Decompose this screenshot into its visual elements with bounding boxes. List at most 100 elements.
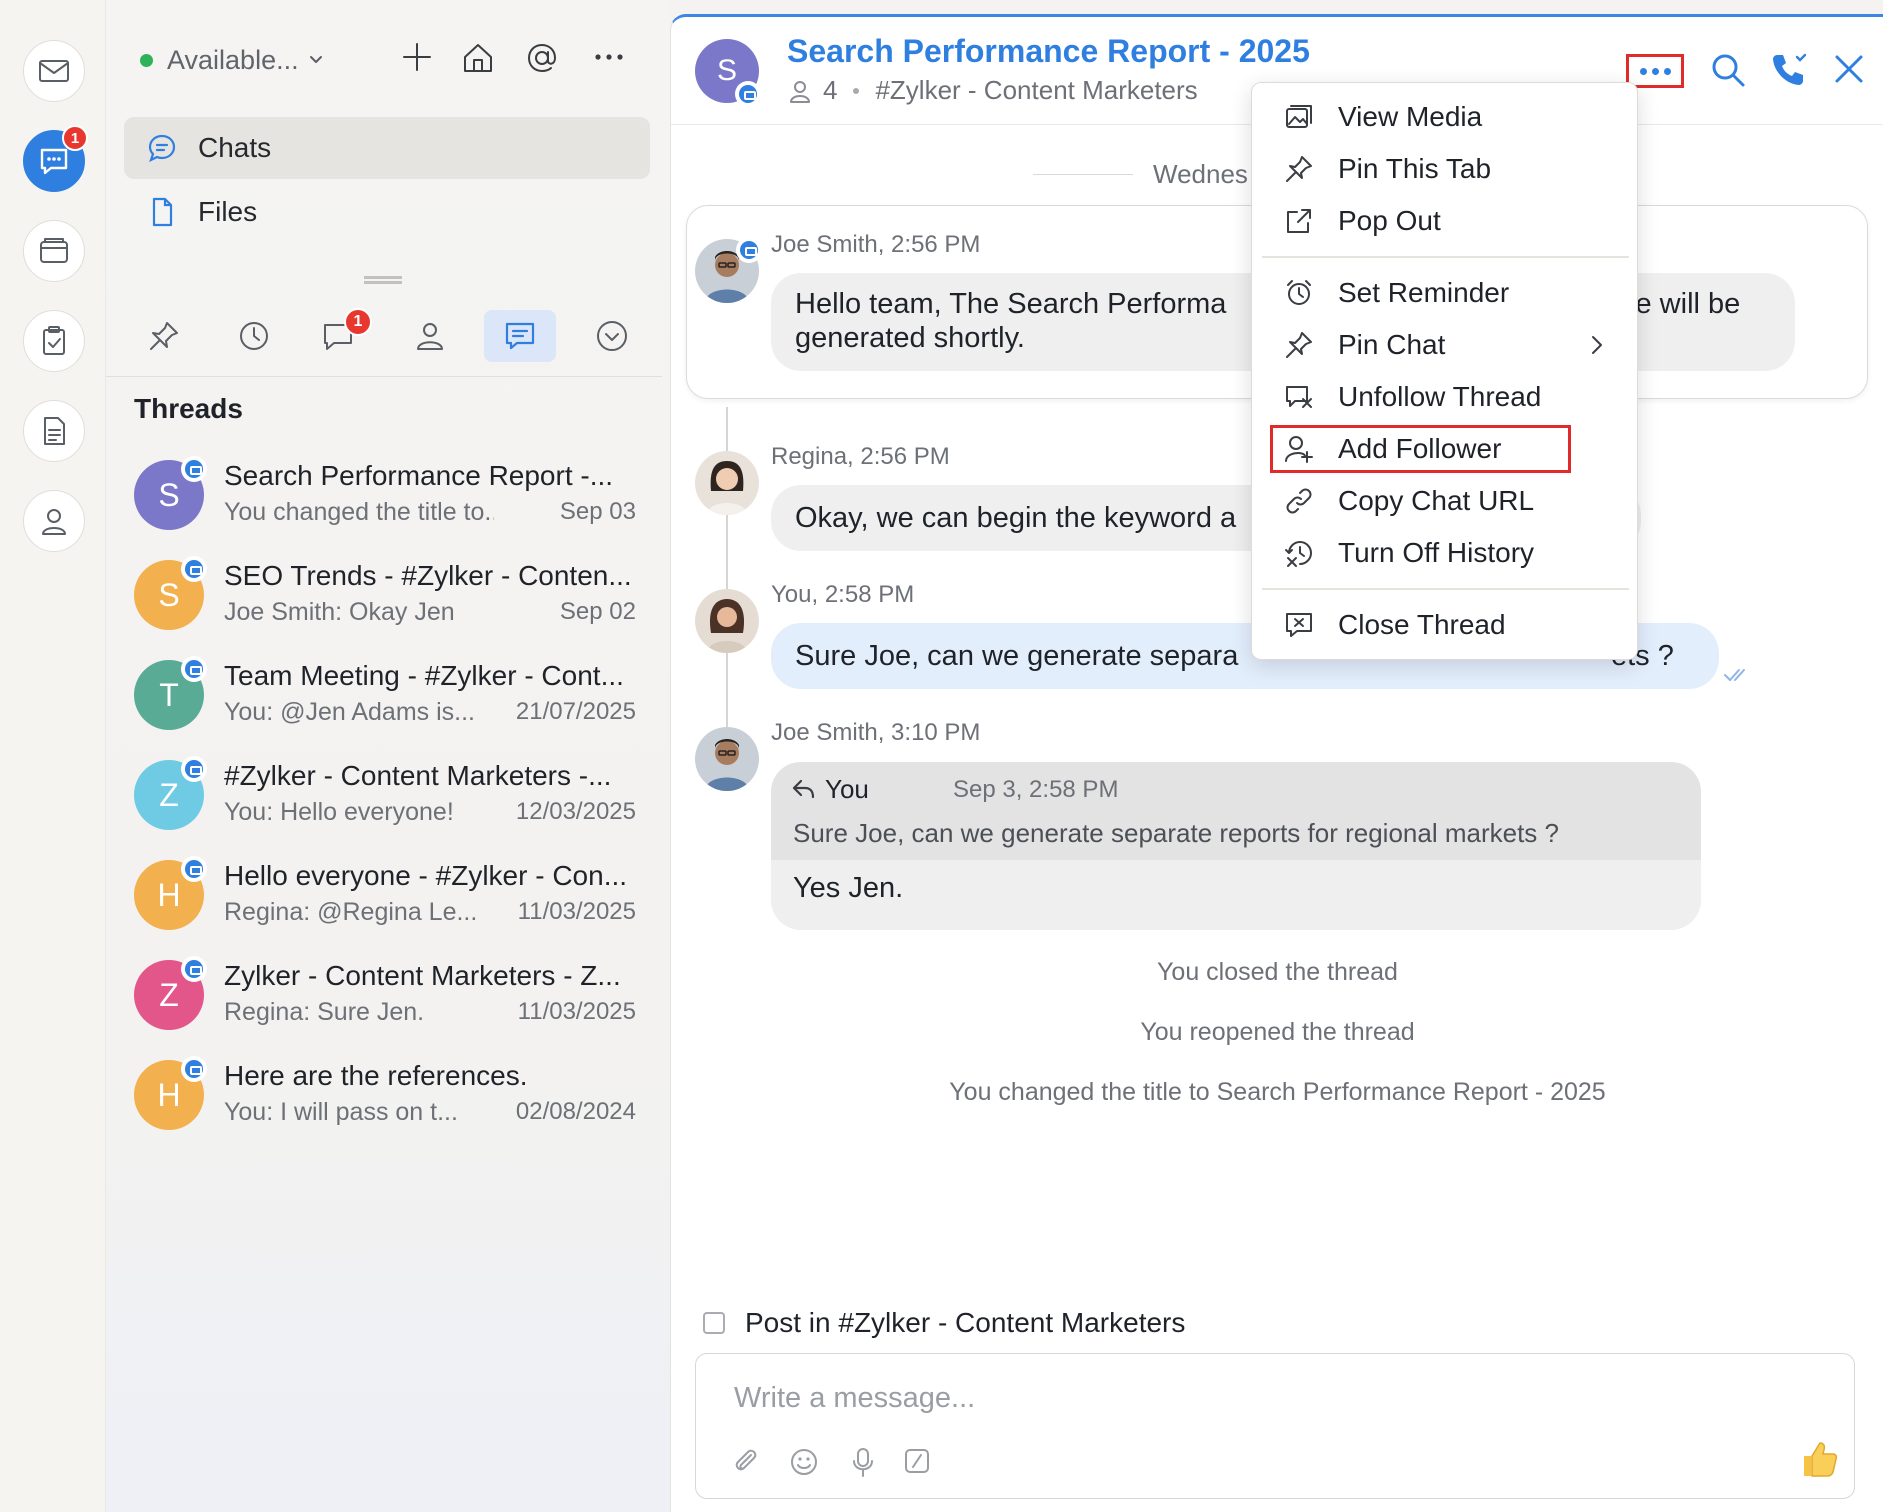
- date-separator: Wednes: [1033, 159, 1248, 190]
- highlight-box: [1270, 425, 1571, 473]
- menu-item-copy-chat-url[interactable]: Copy Chat URL: [1252, 477, 1639, 525]
- members-icon: [790, 80, 810, 103]
- pin-icon: [150, 322, 178, 350]
- member-count[interactable]: 4: [823, 75, 837, 106]
- mail-rail-button[interactable]: [23, 40, 85, 102]
- thread-title: Zylker - Content Marketers - Z...: [224, 960, 621, 991]
- thread-item[interactable]: Z Zylker - Content Marketers - Z... Regi…: [106, 942, 670, 1042]
- post-in-channel-option[interactable]: Post in #Zylker - Content Marketers: [703, 1307, 1185, 1339]
- plus-icon[interactable]: [400, 40, 434, 74]
- menu-item-pin-chat[interactable]: Pin Chat: [1252, 321, 1639, 369]
- close-icon[interactable]: [1831, 51, 1867, 87]
- notes-icon: [44, 417, 65, 445]
- menu-item-label: Turn Off History: [1338, 537, 1535, 568]
- filter-contacts[interactable]: [394, 310, 466, 362]
- menu-item-turn-off-history[interactable]: Turn Off History: [1252, 529, 1639, 577]
- message-input[interactable]: [734, 1382, 1784, 1415]
- nav-files[interactable]: Files: [124, 181, 650, 243]
- avatar[interactable]: [695, 451, 759, 515]
- user-icon: [417, 323, 443, 350]
- more-options-icon[interactable]: [592, 40, 626, 74]
- filter-more[interactable]: [576, 310, 648, 362]
- thread-item[interactable]: T Team Meeting - #Zylker - Cont... You: …: [106, 642, 670, 742]
- menu-item-pin-this-tab[interactable]: Pin This Tab: [1252, 145, 1639, 193]
- filter-unread[interactable]: 1: [302, 308, 374, 362]
- search-icon[interactable]: [1709, 51, 1747, 89]
- you-avatar-icon: [695, 589, 759, 653]
- notes-rail-button[interactable]: [23, 400, 85, 462]
- mail-icon: [39, 60, 69, 82]
- menu-item-unfollow-thread[interactable]: Unfollow Thread: [1252, 373, 1639, 421]
- avatar[interactable]: [695, 727, 759, 791]
- thread-badge-icon: [735, 81, 761, 107]
- thread-title: Team Meeting - #Zylker - Cont...: [224, 660, 624, 691]
- nav-chats[interactable]: Chats: [124, 117, 650, 179]
- thread-date: 02/08/2024: [515, 1098, 636, 1125]
- nav-chats-label: Chats: [198, 132, 272, 163]
- chevron-circle-icon: [597, 321, 627, 351]
- thread-item[interactable]: S Search Performance Report -... You cha…: [106, 442, 670, 542]
- threads-icon: [505, 322, 535, 350]
- menu-item-set-reminder[interactable]: Set Reminder: [1252, 269, 1639, 317]
- thread-title: #Zylker - Content Marketers -...: [224, 760, 612, 791]
- chat-title[interactable]: Search Performance Report - 2025: [787, 33, 1310, 70]
- attachment-icon[interactable]: [730, 1446, 760, 1476]
- menu-separator: [1262, 256, 1629, 258]
- menu-item-pop-out[interactable]: Pop Out: [1252, 197, 1639, 245]
- thread-filter-bar: 1: [126, 308, 666, 364]
- thread-date: Sep 03: [559, 498, 636, 525]
- pin-icon: [1286, 156, 1312, 182]
- alarm-icon: [1287, 280, 1311, 305]
- thread-badge-icon: [181, 856, 207, 882]
- format-icon[interactable]: [902, 1446, 932, 1476]
- wallet-rail-button[interactable]: [23, 220, 85, 282]
- chat-icon: [40, 148, 68, 175]
- avatar[interactable]: [695, 589, 759, 653]
- mention-icon[interactable]: [524, 40, 560, 76]
- thread-item[interactable]: Z #Zylker - Content Marketers -... You: …: [106, 742, 670, 842]
- menu-item-label: View Media: [1338, 101, 1483, 132]
- emoji-icon[interactable]: [788, 1446, 820, 1478]
- home-icon[interactable]: [460, 40, 496, 76]
- menu-item-label: Unfollow Thread: [1338, 381, 1542, 412]
- menu-item-label: Pin This Tab: [1338, 153, 1492, 184]
- more-dot: [1663, 67, 1671, 75]
- chat-rail-button[interactable]: 1: [23, 125, 88, 192]
- thread-preview: Joe Smith: Okay Jen: [224, 598, 455, 626]
- channel-name[interactable]: #Zylker - Content Marketers: [875, 75, 1197, 106]
- thread-date: 12/03/2025: [515, 798, 636, 825]
- resize-handle[interactable]: [364, 276, 402, 284]
- status-dot: [140, 53, 153, 67]
- thumbs-up-icon[interactable]: [1798, 1438, 1840, 1480]
- more-dot: [1651, 67, 1659, 75]
- menu-item-view-media[interactable]: View Media: [1252, 93, 1639, 141]
- filter-pinned[interactable]: [128, 310, 200, 362]
- unfollow-icon: [1286, 386, 1312, 408]
- thread-item[interactable]: H Here are the references. You: I will p…: [106, 1042, 670, 1142]
- divider: [1033, 174, 1133, 175]
- post-in-checkbox[interactable]: [703, 1312, 725, 1334]
- filter-threads[interactable]: [484, 310, 556, 362]
- thread-badge-icon: [736, 237, 762, 263]
- message-composer: [695, 1353, 1855, 1499]
- thread-item[interactable]: S SEO Trends - #Zylker - Conten... Joe S…: [106, 542, 670, 642]
- read-receipt-icon: [1724, 669, 1745, 682]
- microphone-icon[interactable]: [848, 1446, 878, 1478]
- filter-recent[interactable]: [218, 310, 290, 362]
- message-bubble[interactable]: You Sep 3, 2:58 PM Sure Joe, can we gene…: [771, 762, 1701, 930]
- call-icon[interactable]: [1769, 51, 1809, 89]
- thread-item[interactable]: H Hello everyone - #Zylker - Con... Regi…: [106, 842, 670, 942]
- more-options-button[interactable]: [1626, 54, 1684, 88]
- file-icon: [152, 197, 173, 227]
- thread-title: Hello everyone - #Zylker - Con...: [224, 860, 628, 891]
- menu-item-close-thread[interactable]: Close Thread: [1252, 601, 1639, 649]
- system-message: You changed the title to Search Performa…: [949, 1078, 1606, 1106]
- nav-files-label: Files: [198, 196, 258, 227]
- menu-item-label: Close Thread: [1338, 609, 1506, 640]
- unread-badge: 1: [344, 308, 372, 336]
- contacts-icon: [42, 509, 66, 535]
- quoted-message[interactable]: You Sep 3, 2:58 PM Sure Joe, can we gene…: [771, 762, 1701, 860]
- thread-preview: You: Hello everyone!: [224, 798, 454, 826]
- contacts-rail-button[interactable]: [23, 490, 85, 552]
- tasks-rail-button[interactable]: [23, 310, 85, 372]
